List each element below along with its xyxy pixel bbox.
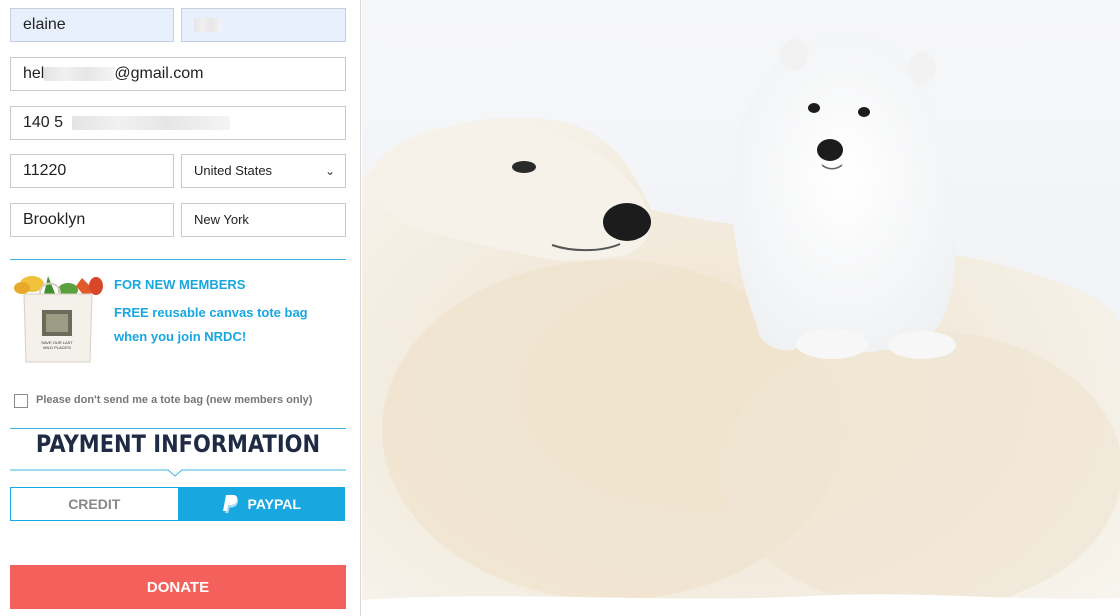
email-suffix: @gmail.com <box>114 65 204 82</box>
phone-prefix: 140 5 <box>23 114 64 131</box>
country-select[interactable]: United States ⌄ <box>181 154 346 188</box>
state-value: New York <box>194 212 249 227</box>
polar-bears-illustration <box>362 0 1120 616</box>
tab-credit-label: CREDIT <box>68 496 121 512</box>
polar-bears-image <box>362 0 1120 616</box>
chevron-down-icon: ⌄ <box>324 164 335 178</box>
last-name-field[interactable] <box>181 8 346 42</box>
svg-text:WILD PLACES!: WILD PLACES! <box>43 345 71 350</box>
zip-field[interactable]: 11220 <box>10 154 174 188</box>
promo-heading: FOR NEW MEMBERS <box>114 277 246 292</box>
redacted-email <box>44 66 115 81</box>
donate-button[interactable]: DONATE <box>10 565 346 609</box>
tab-paypal[interactable]: PAYPAL <box>177 488 344 520</box>
paypal-icon <box>222 495 238 513</box>
email-prefix: hel <box>23 65 45 82</box>
promo-line-1: FREE reusable canvas tote bag <box>114 305 308 320</box>
donation-form: elaine hel @gmail.com 140 5 11220 United … <box>0 0 361 616</box>
divider <box>10 259 346 260</box>
country-value: United States <box>194 163 273 178</box>
divider-notch <box>10 469 346 477</box>
redacted-phone <box>71 115 230 130</box>
tab-paypal-label: PAYPAL <box>247 496 301 512</box>
payment-title: PAYMENT INFORMATION <box>35 430 321 458</box>
tote-opt-out-label: Please don't send me a tote bag (new mem… <box>36 394 313 406</box>
city-value: Brooklyn <box>23 211 86 228</box>
first-name-field[interactable]: elaine <box>10 8 174 42</box>
promo-line-2: when you join NRDC! <box>114 329 247 344</box>
tote-bag-image: SAVE OUR LAST WILD PLACES! <box>14 276 103 363</box>
tote-opt-out-checkbox[interactable] <box>14 394 28 408</box>
divider <box>10 428 346 429</box>
state-field[interactable]: New York <box>181 203 346 237</box>
phone-field[interactable]: 140 5 <box>10 106 346 140</box>
email-field[interactable]: hel @gmail.com <box>10 57 346 91</box>
zip-value: 11220 <box>23 162 67 179</box>
first-name-value: elaine <box>23 16 66 33</box>
payment-tabs: CREDIT PAYPAL <box>10 487 345 521</box>
tab-credit[interactable]: CREDIT <box>11 488 178 520</box>
city-field[interactable]: Brooklyn <box>10 203 174 237</box>
redacted-last-name <box>194 17 222 32</box>
